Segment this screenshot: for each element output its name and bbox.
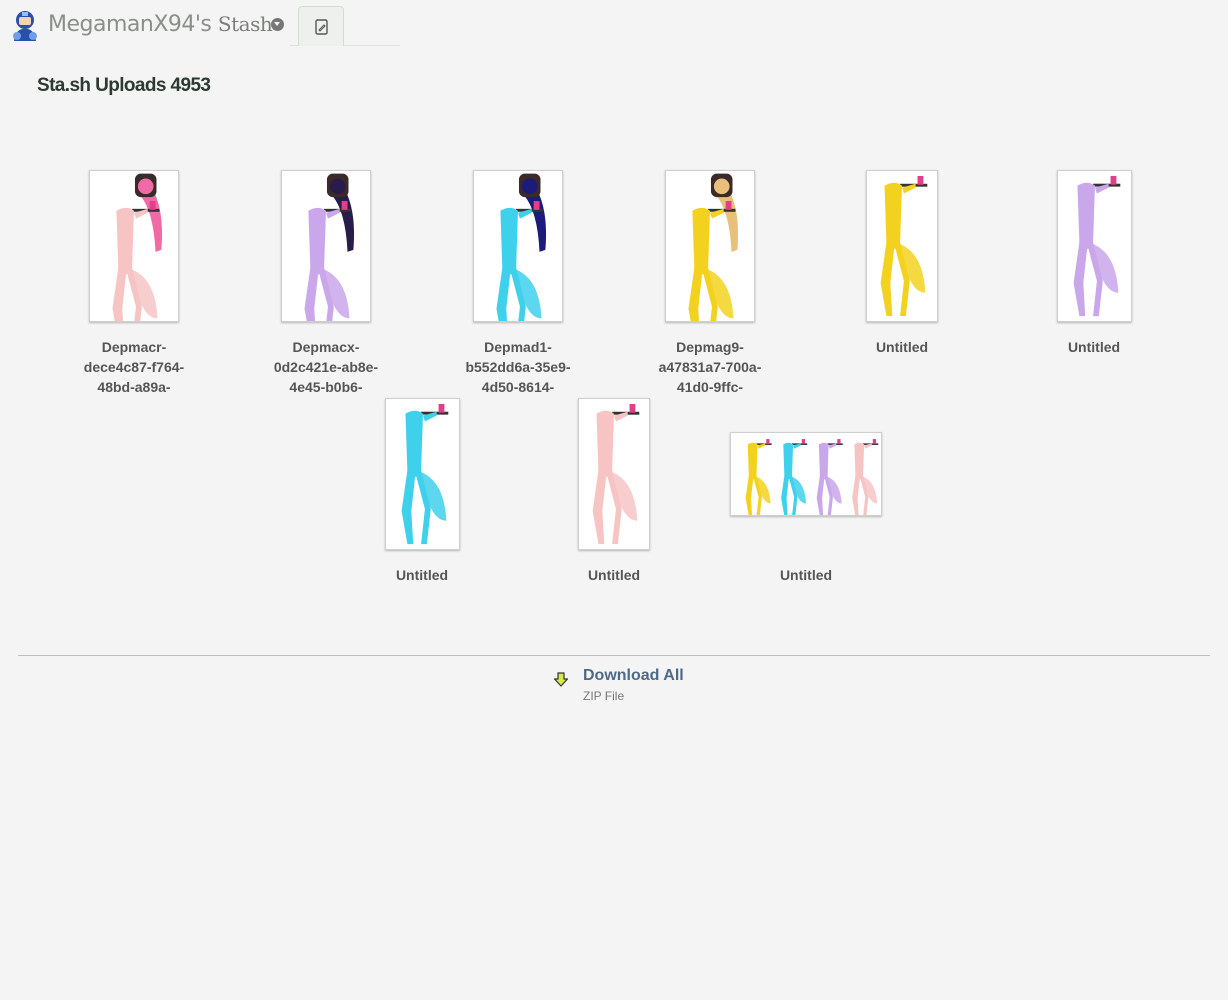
caption-line[interactable]: 48bd-a89a- <box>38 377 230 397</box>
thumbnail-image[interactable] <box>1057 170 1132 322</box>
caption-line[interactable]: Untitled <box>326 565 518 585</box>
thumbnail-image[interactable] <box>665 170 755 322</box>
top-bar: MegamanX94's Stash <box>0 0 400 46</box>
caption-line[interactable]: Depmag9- <box>614 337 806 357</box>
download-icon[interactable] <box>553 672 569 688</box>
thumbnail-image[interactable] <box>866 170 938 322</box>
item-caption[interactable]: Depmag9- a47831a7-700a- 41d0-9ffc- <box>614 337 806 397</box>
thumbnail-image[interactable] <box>89 170 179 322</box>
stash-label[interactable]: Stash <box>218 12 273 36</box>
caption-line[interactable]: Depmacx- <box>230 337 422 357</box>
item-caption[interactable]: Untitled <box>998 337 1190 357</box>
page-title: Sta.sh Uploads 4953 <box>37 75 211 96</box>
stash-owner-title[interactable]: MegamanX94's Stash <box>48 12 273 37</box>
stash-view-tab[interactable] <box>298 6 344 46</box>
caption-line[interactable]: Untitled <box>518 565 710 585</box>
caption-line[interactable]: Depmad1- <box>422 337 614 357</box>
item-caption[interactable]: Untitled <box>518 565 710 585</box>
caption-line[interactable]: 0d2c421e-ab8e- <box>230 357 422 377</box>
download-all-link[interactable]: Download All <box>583 667 684 685</box>
thumbnail-image[interactable] <box>578 398 650 550</box>
thumbnail-image[interactable] <box>281 170 371 322</box>
thumbnail-image[interactable] <box>385 398 460 550</box>
caption-line[interactable]: a47831a7-700a- <box>614 357 806 377</box>
caption-line[interactable]: Untitled <box>998 337 1190 357</box>
download-file-type: ZIP File <box>583 689 625 703</box>
caption-line[interactable]: Depmacr- <box>38 337 230 357</box>
user-avatar-icon[interactable] <box>8 8 42 42</box>
caption-line[interactable]: 41d0-9ffc- <box>614 377 806 397</box>
caption-line[interactable]: 4d50-8614- <box>422 377 614 397</box>
caption-line[interactable]: Untitled <box>710 565 902 585</box>
item-caption[interactable]: Untitled <box>710 565 902 585</box>
item-caption[interactable]: Untitled <box>806 337 998 357</box>
caption-line[interactable]: Untitled <box>806 337 998 357</box>
item-caption[interactable]: Depmacx- 0d2c421e-ab8e- 4e45-b0b6- <box>230 337 422 397</box>
chevron-down-icon[interactable] <box>271 18 284 31</box>
caption-line[interactable]: 4e45-b0b6- <box>230 377 422 397</box>
divider <box>18 655 1210 656</box>
item-caption[interactable]: Depmacr-dece4c87-f764- 48bd-a89a- <box>38 337 230 397</box>
document-icon <box>315 19 328 35</box>
thumbnail-image[interactable] <box>730 432 882 516</box>
owner-name[interactable]: MegamanX94's <box>48 12 212 37</box>
caption-line[interactable]: b552dd6a-35e9- <box>422 357 614 377</box>
caption-line[interactable]: dece4c87-f764- <box>38 357 230 377</box>
item-caption[interactable]: Depmad1- b552dd6a-35e9- 4d50-8614- <box>422 337 614 397</box>
item-caption[interactable]: Untitled <box>326 565 518 585</box>
thumbnail-image[interactable] <box>473 170 563 322</box>
